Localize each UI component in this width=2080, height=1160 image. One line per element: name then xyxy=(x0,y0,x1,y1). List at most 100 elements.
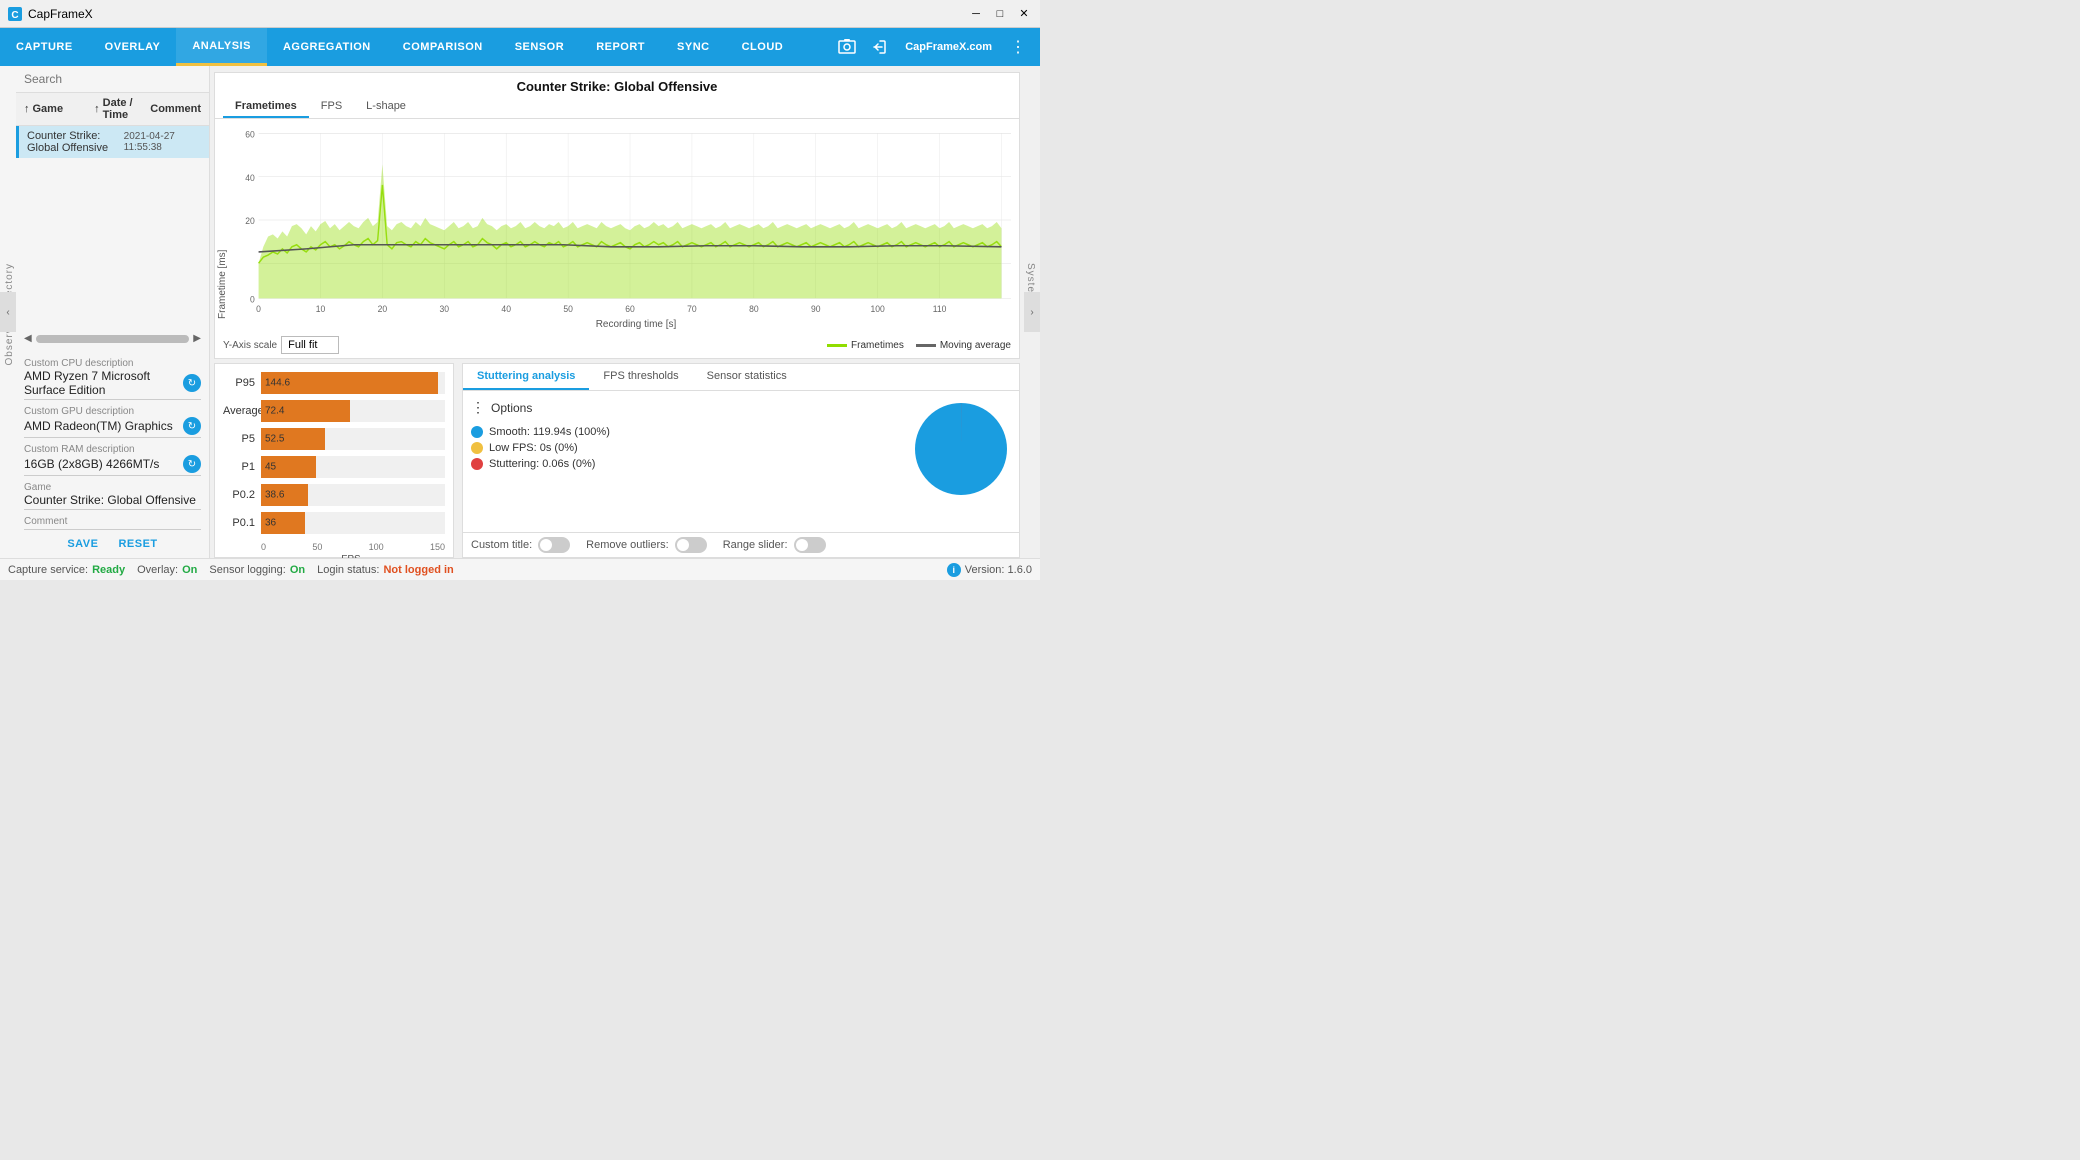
remove-outliers-group: Remove outliers: xyxy=(586,537,707,553)
svg-text:80: 80 xyxy=(749,303,759,313)
low-fps-legend-row: Low FPS: 0s (0%) xyxy=(471,442,903,454)
low-fps-dot xyxy=(471,442,483,454)
tab-frametimes[interactable]: Frametimes xyxy=(223,96,309,118)
action-buttons: SAVE RESET xyxy=(16,530,209,558)
nav-aggregation[interactable]: AGGREGATION xyxy=(267,28,387,66)
login-status: Login status: Not logged in xyxy=(317,564,454,576)
bar-fill: 72.4 xyxy=(261,400,350,422)
y-scale-wrapper: Full fit xyxy=(281,336,339,354)
range-slider-toggle[interactable] xyxy=(794,537,826,553)
svg-text:10: 10 xyxy=(316,303,326,313)
scroll-right-arrow[interactable]: ▶ xyxy=(193,333,201,344)
bar-row-average: Average72.4 xyxy=(223,400,445,422)
nav-report[interactable]: REPORT xyxy=(580,28,661,66)
scrollbar-thumb[interactable] xyxy=(36,335,190,343)
overlay-label: Overlay: xyxy=(137,564,178,576)
bar-value: 45 xyxy=(265,462,276,473)
capture-status: Capture service: Ready xyxy=(8,564,125,576)
reset-button[interactable]: RESET xyxy=(118,538,157,550)
bar-row-p95: P95144.6 xyxy=(223,372,445,394)
col-game-label: Game xyxy=(33,103,64,115)
chart-container: Frametime [ms] xyxy=(215,119,1019,319)
bar-track: 45 xyxy=(261,456,445,478)
col-header-comment: Comment xyxy=(150,103,201,115)
title-bar-left: C CapFrameX xyxy=(8,7,93,21)
more-options-icon[interactable]: ⋮ xyxy=(1004,33,1032,61)
bar-fill: 36 xyxy=(261,512,305,534)
frametimes-legend-label: Frametimes xyxy=(851,340,904,351)
left-collapse-button[interactable]: ‹ xyxy=(0,292,16,332)
col-header-date[interactable]: ↑ Date / Time xyxy=(94,97,150,121)
app-title: CapFrameX xyxy=(28,7,93,21)
nav-analysis[interactable]: ANALYSIS xyxy=(176,28,267,66)
nav-capture[interactable]: CAPTURE xyxy=(0,28,89,66)
low-fps-label: Low FPS: 0s (0%) xyxy=(489,442,578,454)
nav-comparison[interactable]: COMPARISON xyxy=(387,28,499,66)
login-icon[interactable] xyxy=(865,33,893,61)
stuttering-legend-row: Stuttering: 0.06s (0%) xyxy=(471,458,903,470)
sort-arrow-game: ↑ xyxy=(24,103,30,115)
right-collapse-button[interactable]: › xyxy=(1024,292,1040,332)
moving-average-legend-label: Moving average xyxy=(940,340,1011,351)
tab-lshape[interactable]: L-shape xyxy=(354,96,418,118)
save-button[interactable]: SAVE xyxy=(67,538,98,550)
chart-legend: Frametimes Moving average xyxy=(827,340,1011,351)
stutter-info: ⋮ Options Smooth: 119.94s (100%) Low FPS… xyxy=(471,399,903,524)
screenshot-icon[interactable] xyxy=(833,33,861,61)
left-panel: ‹ ↑ Game ↑ Date / Time Comment xyxy=(0,66,210,558)
ram-refresh-button[interactable]: ↻ xyxy=(183,455,201,473)
svg-text:40: 40 xyxy=(501,303,511,313)
capture-service-label: Capture service: xyxy=(8,564,88,576)
nav-cloud[interactable]: CLOUD xyxy=(726,28,800,66)
smooth-dot xyxy=(471,426,483,438)
scroll-left-arrow[interactable]: ◀ xyxy=(24,333,32,344)
search-input[interactable] xyxy=(24,72,201,86)
y-scale-label: Y-Axis scale xyxy=(223,340,277,351)
nav-sync[interactable]: SYNC xyxy=(661,28,726,66)
pie-chart xyxy=(911,399,1011,499)
bar-label: Average xyxy=(223,405,261,417)
bar-track: 52.5 xyxy=(261,428,445,450)
tab-fps-thresholds[interactable]: FPS thresholds xyxy=(589,364,692,390)
tab-fps[interactable]: FPS xyxy=(309,96,354,118)
nav-overlay[interactable]: OVERLAY xyxy=(89,28,177,66)
col-header-game[interactable]: ↑ Game xyxy=(24,103,94,115)
file-row[interactable]: Counter Strike: Global Offensive 2021-04… xyxy=(16,126,209,158)
game-field-label: Game xyxy=(24,482,201,493)
cpu-refresh-button[interactable]: ↻ xyxy=(183,374,201,392)
svg-text:C: C xyxy=(11,10,18,21)
site-link[interactable]: CapFrameX.com xyxy=(897,41,1000,53)
ram-label: Custom RAM description xyxy=(24,444,201,455)
svg-text:30: 30 xyxy=(440,303,450,313)
file-game-name: Counter Strike: Global Offensive xyxy=(27,130,124,154)
version-info-icon[interactable]: i xyxy=(947,563,961,577)
bar-track: 38.6 xyxy=(261,484,445,506)
remove-outliers-toggle[interactable] xyxy=(675,537,707,553)
close-button[interactable]: ✕ xyxy=(1016,6,1032,22)
svg-text:90: 90 xyxy=(811,303,821,313)
file-list: Counter Strike: Global Offensive 2021-04… xyxy=(16,126,209,329)
file-date: 2021-04-27 11:55:38 xyxy=(124,131,201,153)
svg-text:60: 60 xyxy=(625,303,635,313)
svg-text:0: 0 xyxy=(250,294,255,304)
tab-sensor-statistics[interactable]: Sensor statistics xyxy=(693,364,801,390)
moving-average-legend-line xyxy=(916,344,936,347)
gpu-refresh-button[interactable]: ↻ xyxy=(183,417,201,435)
y-scale-select[interactable]: Full fit xyxy=(281,336,339,354)
options-menu-icon[interactable]: ⋮ xyxy=(471,399,485,416)
svg-text:50: 50 xyxy=(563,303,573,313)
minimize-button[interactable]: ─ xyxy=(968,6,984,22)
bar-row-p1: P145 xyxy=(223,456,445,478)
bar-value: 38.6 xyxy=(265,490,284,501)
range-slider-thumb xyxy=(796,539,808,551)
cpu-value: AMD Ryzen 7 Microsoft Surface Edition xyxy=(24,369,183,397)
nav-sensor[interactable]: SENSOR xyxy=(499,28,580,66)
sensor-logging-label: Sensor logging: xyxy=(209,564,285,576)
stutter-content: ⋮ Options Smooth: 119.94s (100%) Low FPS… xyxy=(463,391,1019,532)
chart-title: Counter Strike: Global Offensive xyxy=(215,73,1019,96)
bar-track: 72.4 xyxy=(261,400,445,422)
custom-title-toggle[interactable] xyxy=(538,537,570,553)
tab-stuttering-analysis[interactable]: Stuttering analysis xyxy=(463,364,589,390)
stats-panel: P95144.6Average72.4P552.5P145P0.238.6P0.… xyxy=(214,363,454,558)
maximize-button[interactable]: □ xyxy=(992,6,1008,22)
